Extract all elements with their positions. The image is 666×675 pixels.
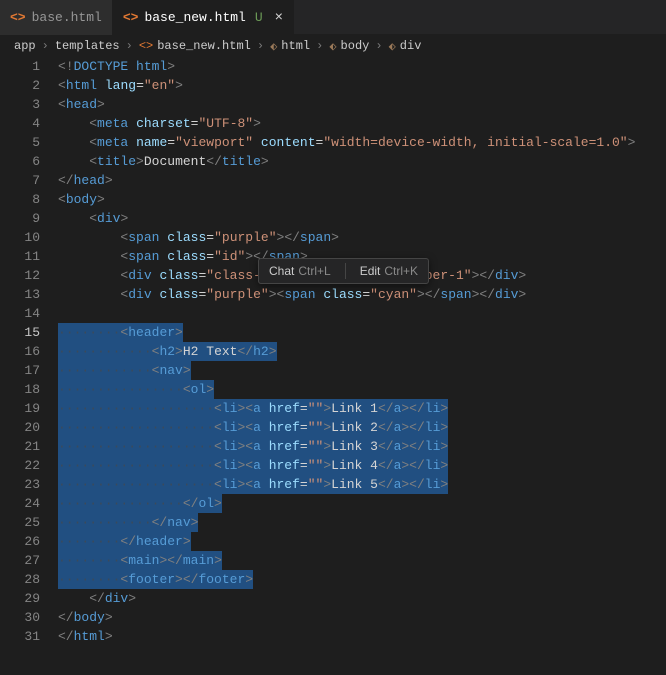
- chevron-right-icon: ›: [40, 39, 51, 53]
- git-status-badge: U: [255, 10, 263, 25]
- chevron-right-icon: ›: [373, 39, 384, 53]
- element-icon: ⬖: [270, 39, 277, 54]
- editor[interactable]: 1 2 3 4 5 6 7 8 9 10 11 12 13 14 15 16 1…: [0, 57, 666, 646]
- gutter: 1 2 3 4 5 6 7 8 9 10 11 12 13 14 15 16 1…: [0, 57, 58, 646]
- breadcrumb-item[interactable]: templates: [55, 39, 120, 53]
- breadcrumb-item[interactable]: app: [14, 39, 36, 53]
- breadcrumb-item[interactable]: div: [400, 39, 422, 53]
- tab-label: base_new.html: [144, 10, 245, 25]
- divider: [345, 263, 346, 279]
- breadcrumb[interactable]: app › templates › <> base_new.html › ⬖ h…: [0, 35, 666, 57]
- tab-active[interactable]: <> base_new.html U ×: [113, 0, 294, 35]
- breadcrumb-item[interactable]: body: [341, 39, 370, 53]
- html-file-icon: <>: [10, 10, 26, 25]
- breadcrumb-item[interactable]: base_new.html: [157, 39, 251, 53]
- edit-action[interactable]: EditCtrl+K: [360, 264, 418, 278]
- chevron-right-icon: ›: [255, 39, 266, 53]
- html-file-icon: <>: [123, 10, 139, 25]
- element-icon: ⬖: [329, 39, 336, 54]
- minimap[interactable]: [656, 57, 666, 657]
- tab-label: base.html: [32, 10, 102, 25]
- code-area[interactable]: <!DOCTYPE html> <html lang="en"> <head> …: [58, 57, 666, 646]
- breadcrumb-item[interactable]: html: [281, 39, 310, 53]
- close-icon[interactable]: ×: [275, 10, 283, 26]
- html-file-icon: <>: [139, 39, 153, 53]
- chevron-right-icon: ›: [314, 39, 325, 53]
- inline-action-tooltip: ChatCtrl+L EditCtrl+K: [258, 258, 429, 284]
- chevron-right-icon: ›: [124, 39, 135, 53]
- element-icon: ⬖: [389, 39, 396, 54]
- tab-bar: <> base.html <> base_new.html U ×: [0, 0, 666, 35]
- tab-inactive[interactable]: <> base.html: [0, 0, 113, 35]
- chat-action[interactable]: ChatCtrl+L: [269, 264, 331, 278]
